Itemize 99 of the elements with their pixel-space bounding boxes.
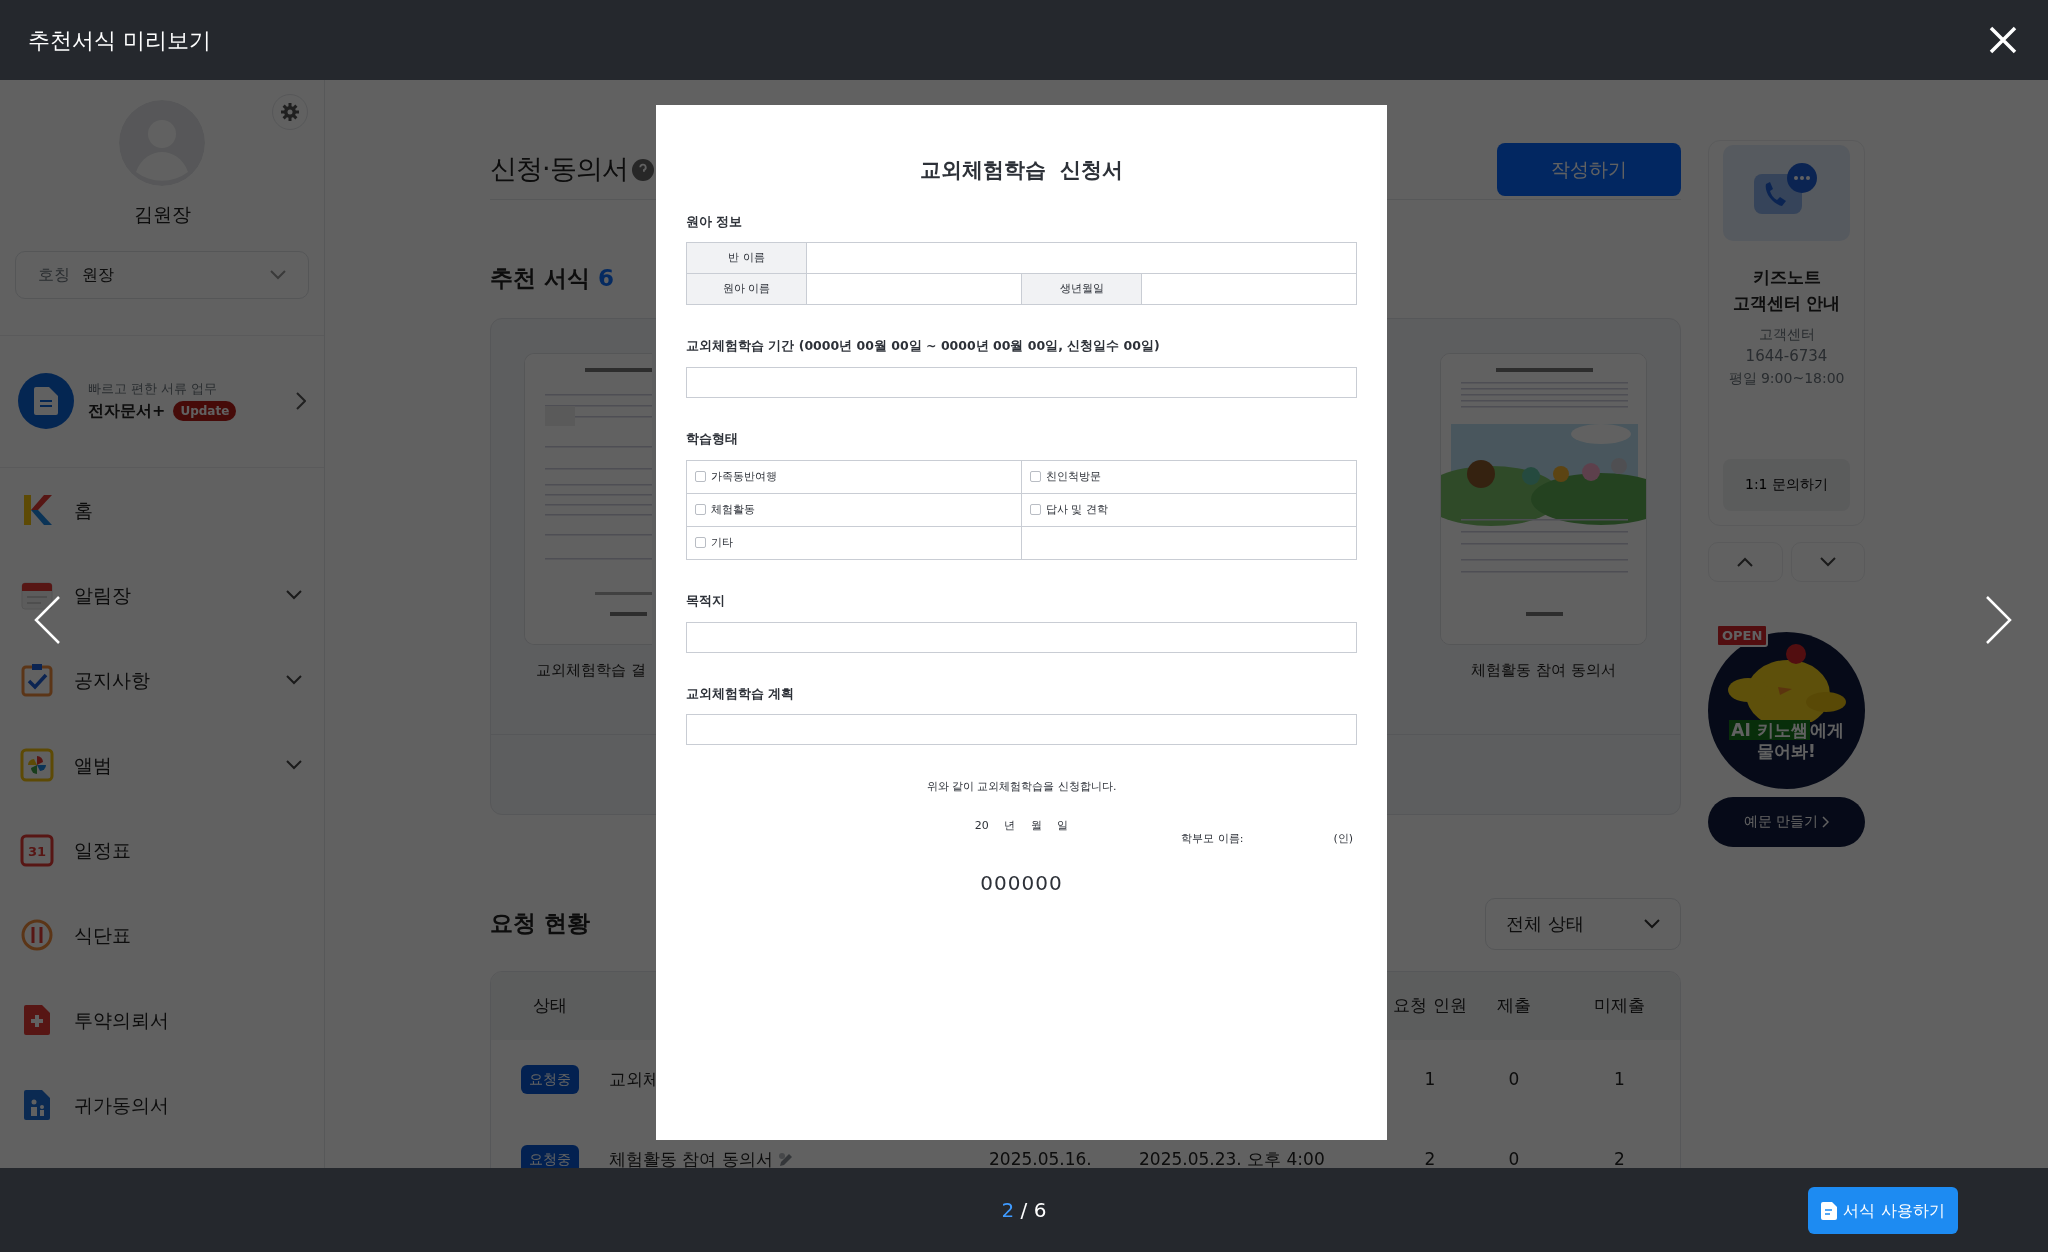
section-heading: 목적지 — [686, 591, 726, 610]
table-cell-text: 체험활동 참여 동의서 — [609, 1147, 773, 1171]
modal-title: 추천서식 미리보기 — [28, 26, 211, 55]
section-heading: 원아 정보 — [686, 212, 744, 231]
table-cell-text: 2025.05.16. — [989, 1147, 1093, 1171]
input-field[interactable] — [1142, 274, 1357, 306]
document-thumbnail[interactable] — [524, 352, 652, 645]
document-title: 교외체험학습 신청서 — [919, 157, 1124, 184]
promo-headline: AI 키노쌤 에게 물어봐! — [1728, 720, 1845, 763]
input-field[interactable] — [686, 367, 1357, 398]
checkbox[interactable] — [695, 537, 706, 549]
close-button[interactable] — [1988, 25, 2018, 55]
status-badge: 요청중 — [521, 1065, 579, 1094]
column-header: 요청 인원 — [1393, 993, 1467, 1017]
signature-label: 학부모 이름: — [1181, 831, 1244, 848]
settings-button[interactable] — [272, 94, 308, 130]
document-thumbnail[interactable] — [1440, 352, 1647, 645]
table-cell-text: 1 — [1424, 1067, 1436, 1091]
statement-text: 위와 같이 교외체험학습을 신청합니다. — [925, 779, 1118, 796]
seal-label: (인) — [1333, 831, 1353, 848]
checkbox[interactable] — [1030, 504, 1041, 516]
section-title: 추천 서식 6 — [490, 264, 615, 293]
section-heading: 학습형태 — [686, 430, 739, 448]
scroll-down-button[interactable] — [1790, 541, 1865, 582]
chevron-down-icon — [1644, 918, 1660, 929]
page-indicator: 2 / 6 — [1001, 1197, 1047, 1224]
field-label: 반 이름 — [687, 243, 807, 275]
checklist-icon — [20, 663, 54, 697]
document-icon — [1821, 1201, 1838, 1220]
utensils-icon — [20, 918, 54, 952]
section-title: 요청 현황 — [490, 909, 590, 939]
write-button[interactable]: 작성하기 — [1497, 143, 1681, 196]
next-button[interactable] — [1985, 595, 2013, 645]
chevron-down-icon — [1819, 556, 1836, 567]
table-cell-text: 2 — [1424, 1147, 1436, 1171]
status-filter[interactable]: 전체 상태 — [1485, 897, 1681, 950]
sidebar-item[interactable]: 알림장 — [0, 552, 324, 638]
table-cell-text: 2 — [1614, 1147, 1625, 1171]
support-label: 고객센터 — [1757, 325, 1816, 344]
chevron-right-icon — [1985, 595, 2013, 645]
checkbox-label: 체험활동 — [711, 501, 755, 518]
inquiry-button[interactable]: 1:1 문의하기 — [1723, 458, 1850, 511]
sidebar-item[interactable]: 31 일정표 — [0, 807, 324, 893]
section-heading: 교외체험학습 기간 (0000년 00월 00일 ~ 0000년 00월 00일, 신청일수 00일) — [686, 337, 1161, 356]
close-icon — [1988, 25, 2018, 55]
input-field[interactable] — [686, 621, 1357, 653]
document-icon — [34, 387, 58, 415]
table-cell-text: 0 — [1508, 1147, 1520, 1171]
checkbox[interactable] — [1030, 471, 1041, 483]
update-badge: Update — [173, 400, 237, 421]
open-sign: OPEN — [1716, 623, 1769, 647]
sidebar-item[interactable]: 공지사항 — [0, 637, 324, 723]
chevron-left-icon — [33, 595, 61, 645]
template-caption: 체험활동 참여 동의서 — [1471, 659, 1616, 681]
calendar-icon: 31 — [20, 833, 54, 867]
phone-number: 1644-6734 — [1744, 346, 1829, 367]
page-title: 신청·동의서 — [490, 152, 628, 187]
gear-icon — [280, 102, 300, 122]
checkbox[interactable] — [695, 471, 706, 483]
example-button[interactable]: 예문 만들기 — [1708, 796, 1865, 847]
help-icon[interactable] — [631, 158, 654, 181]
checkbox-label: 답사 및 견학 — [1046, 501, 1108, 518]
checkbox-label: 친인척방문 — [1046, 468, 1101, 485]
chevron-right-icon — [296, 392, 306, 410]
chevron-down-icon — [270, 269, 286, 280]
sidebar-item[interactable]: 식단표 — [0, 892, 324, 978]
card-title: 키즈노트 — [1751, 266, 1822, 289]
business-hours: 평일 9:00~18:00 — [1727, 368, 1846, 388]
edit-icon[interactable] — [776, 1150, 795, 1169]
template-caption: 교외체험학습 결 — [536, 659, 646, 681]
column-header: 미제출 — [1594, 993, 1645, 1017]
title-select[interactable]: 호칭 원장 — [15, 250, 309, 299]
scroll-up-button[interactable] — [1708, 541, 1783, 582]
column-header: 상태 — [533, 993, 567, 1017]
use-template-button[interactable]: 서식 사용하기 — [1808, 1187, 1958, 1234]
sidebar-item[interactable]: 투약의뢰서 — [0, 977, 324, 1063]
input-field[interactable] — [686, 714, 1357, 746]
promo-title: 전자문서+ — [88, 399, 166, 422]
sidebar-item[interactable]: 홈 — [0, 467, 324, 553]
date-line: 20 년 월 일 — [973, 817, 1070, 834]
checkbox[interactable] — [695, 504, 706, 516]
field-label: 생년월일 — [1022, 274, 1142, 306]
checkbox-label: 가족동반여행 — [711, 468, 777, 485]
checkbox-label: 기타 — [711, 534, 733, 551]
field-label: 원아 이름 — [687, 274, 807, 306]
table-cell-text: 1 — [1614, 1067, 1625, 1091]
column-header: 제출 — [1497, 993, 1531, 1017]
previous-button[interactable] — [33, 595, 61, 645]
card-subtitle: 고객센터 안내 — [1731, 291, 1842, 315]
sidebar-item[interactable]: 앨범 — [0, 722, 324, 808]
table-cell-text: 0 — [1508, 1067, 1520, 1091]
sidebar-item[interactable]: 귀가동의서 — [0, 1062, 324, 1148]
pinwheel-icon — [20, 748, 54, 782]
chevron-up-icon — [1737, 556, 1754, 567]
organization-name: 000000 — [979, 869, 1064, 897]
user-name: 김원장 — [132, 202, 192, 227]
chevron-right-icon — [1822, 815, 1830, 828]
table-cell-text: 2025.05.23. 오후 4:00 — [1139, 1147, 1326, 1171]
section-heading: 교외체험학습 계획 — [686, 684, 796, 703]
